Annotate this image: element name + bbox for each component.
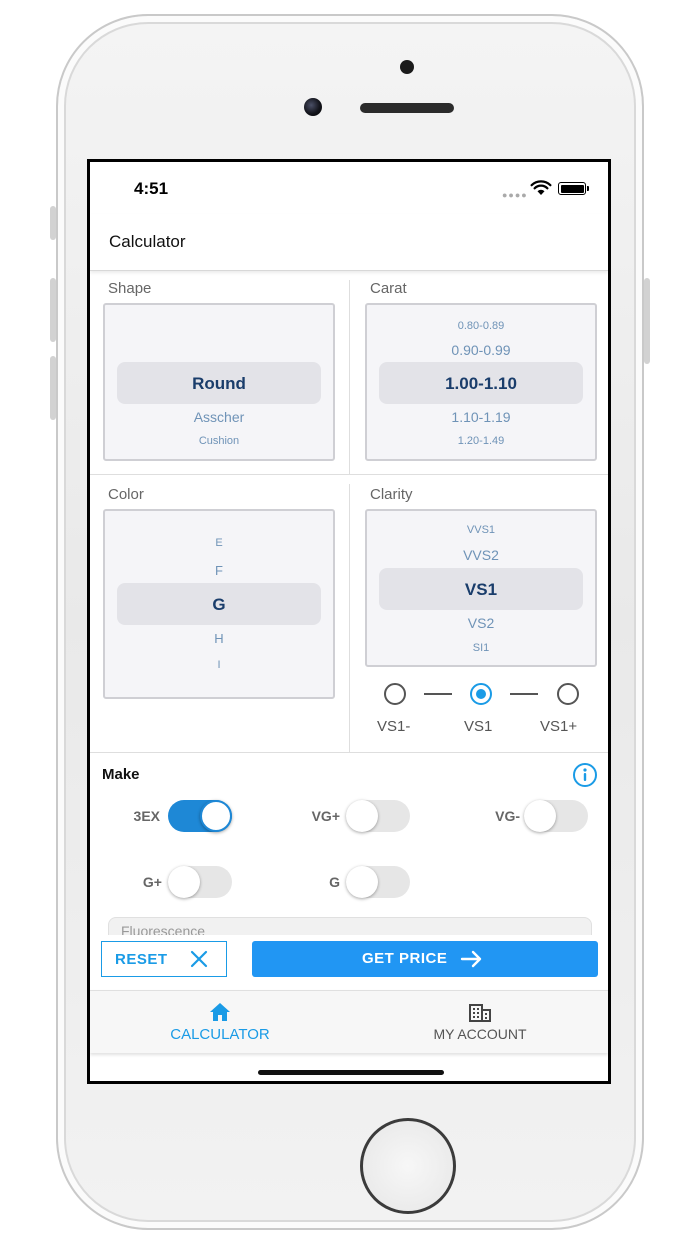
- get-price-button[interactable]: GET PRICE: [252, 941, 598, 977]
- make-3ex-toggle[interactable]: [168, 800, 232, 832]
- divider-vertical-bottom: [349, 484, 350, 752]
- clarity-option[interactable]: VS2: [367, 615, 595, 631]
- clarity-label: Clarity: [370, 486, 413, 503]
- volume-down-button: [50, 356, 56, 420]
- volume-up-button: [50, 278, 56, 342]
- color-option[interactable]: H: [105, 631, 333, 646]
- make-3ex-label: 3EX: [133, 808, 160, 824]
- shape-option[interactable]: Asscher: [105, 409, 333, 425]
- carat-option[interactable]: 1.10-1.19: [367, 409, 595, 425]
- carat-picker[interactable]: 0.80-0.89 0.90-0.99 1.00-1.10 1.10-1.19 …: [365, 303, 597, 461]
- home-indicator: [258, 1070, 444, 1075]
- clarity-grade-minus-radio[interactable]: [384, 683, 406, 705]
- make-vgplus-toggle[interactable]: [346, 800, 410, 832]
- home-icon: [210, 1003, 230, 1021]
- clarity-picker[interactable]: VVS1 VVS2 VS1 VS2 SI1: [365, 509, 597, 667]
- divider-horizontal-make: [90, 752, 608, 753]
- arrow-right-icon: [460, 950, 482, 968]
- carat-option[interactable]: 0.80-0.89: [367, 320, 595, 332]
- app-screen: 4:51 ●●●● Calculator Shape Round Asscher…: [87, 159, 611, 1084]
- shape-picker[interactable]: Round Asscher Cushion: [103, 303, 335, 461]
- make-vgminus-label: VG-: [495, 808, 520, 824]
- building-icon: [469, 1004, 491, 1022]
- home-button[interactable]: [360, 1118, 456, 1214]
- clarity-option[interactable]: VVS1: [367, 524, 595, 536]
- front-camera: [304, 98, 322, 116]
- mute-switch: [50, 206, 56, 240]
- tab-calculator-label: CALCULATOR: [170, 1026, 270, 1043]
- make-g-label: G: [329, 874, 340, 890]
- color-option[interactable]: F: [105, 563, 333, 578]
- shape-option-selected[interactable]: Round: [105, 374, 333, 394]
- clarity-option[interactable]: SI1: [367, 642, 595, 654]
- earpiece-speaker: [360, 103, 454, 113]
- divider-vertical-top: [349, 280, 350, 474]
- shape-option[interactable]: Cushion: [105, 435, 333, 447]
- carat-option-selected[interactable]: 1.00-1.10: [367, 374, 595, 394]
- clarity-option[interactable]: VVS2: [367, 547, 595, 563]
- color-picker[interactable]: E F G H I: [103, 509, 335, 699]
- make-gplus-label: G+: [142, 874, 162, 890]
- reset-button-label: RESET: [115, 951, 168, 968]
- clarity-grade-base-label: VS1: [464, 718, 493, 735]
- color-option[interactable]: I: [105, 659, 333, 671]
- clarity-grade-plus-radio[interactable]: [557, 683, 579, 705]
- carat-option[interactable]: 1.20-1.49: [367, 435, 595, 447]
- page-title: Calculator: [109, 232, 186, 251]
- tab-my-account-label: MY ACCOUNT: [433, 1026, 527, 1042]
- fluorescence-section[interactable]: Fluorescence: [108, 917, 592, 935]
- tab-my-account[interactable]: MY ACCOUNT: [390, 991, 570, 1054]
- carat-label: Carat: [370, 280, 407, 297]
- proximity-sensor: [400, 60, 414, 74]
- clarity-option-selected[interactable]: VS1: [367, 580, 595, 600]
- make-label: Make: [102, 766, 140, 783]
- tab-calculator[interactable]: CALCULATOR: [130, 991, 310, 1054]
- cellular-signal-icon: ●●●●: [502, 190, 528, 200]
- tab-bar: CALCULATOR MY ACCOUNT: [90, 990, 608, 1053]
- make-vgplus-label: VG+: [311, 808, 340, 824]
- carat-option[interactable]: 0.90-0.99: [367, 342, 595, 358]
- reset-button[interactable]: RESET: [101, 941, 227, 977]
- app-header: Calculator: [90, 214, 608, 271]
- wifi-icon: [530, 180, 552, 195]
- clarity-grade-base-radio[interactable]: [470, 683, 492, 705]
- power-button: [644, 278, 650, 364]
- info-icon[interactable]: [572, 762, 598, 788]
- get-price-button-label: GET PRICE: [362, 950, 448, 967]
- color-option[interactable]: E: [105, 537, 333, 549]
- make-gplus-toggle[interactable]: [168, 866, 232, 898]
- radio-connector: [424, 693, 452, 695]
- color-option-selected[interactable]: G: [105, 595, 333, 615]
- color-label: Color: [108, 486, 144, 503]
- fluorescence-label: Fluorescence: [121, 923, 206, 935]
- shape-label: Shape: [108, 280, 152, 297]
- battery-icon: [558, 182, 589, 195]
- radio-connector: [510, 693, 538, 695]
- make-vgminus-toggle[interactable]: [524, 800, 588, 832]
- close-icon: [190, 950, 208, 968]
- status-bar: 4:51 ●●●●: [90, 162, 608, 214]
- divider-horizontal-middle: [90, 474, 608, 475]
- clarity-grade-minus-label: VS1-: [377, 718, 411, 735]
- clarity-grade-plus-label: VS1+: [540, 718, 578, 735]
- make-g-toggle[interactable]: [346, 866, 410, 898]
- status-time: 4:51: [134, 179, 169, 198]
